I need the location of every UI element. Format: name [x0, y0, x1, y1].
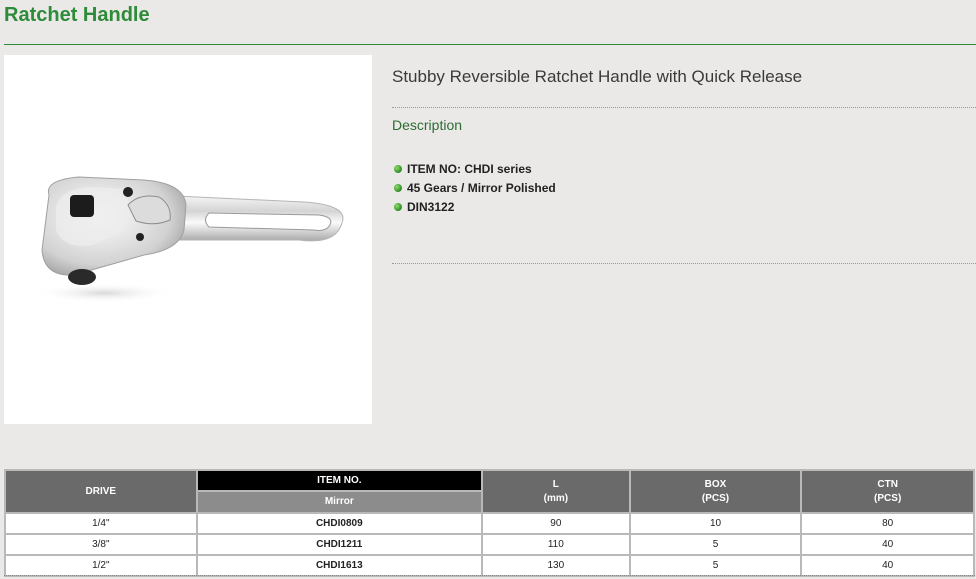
cell-drive: 1/2" — [4, 554, 198, 577]
table-bottom-divider — [4, 575, 975, 576]
title-divider — [4, 44, 976, 45]
table-row: 1/4" CHDI0809 90 10 80 — [4, 512, 975, 535]
table-row: 3/8" CHDI1211 110 5 40 — [4, 533, 975, 556]
cell-item: CHDI1613 — [195, 554, 484, 577]
cell-drive: 3/8" — [4, 533, 198, 556]
header-drive: DRIVE — [4, 469, 198, 514]
cell-drive: 1/4" — [4, 512, 198, 535]
header-ctn: CTN (PCS) — [800, 469, 975, 514]
cell-length: 130 — [481, 554, 631, 577]
cell-box: 10 — [628, 512, 803, 535]
header-length-label: L — [552, 479, 559, 490]
header-item-no: ITEM NO. — [195, 469, 484, 492]
cell-box: 5 — [628, 533, 803, 556]
feature-text: 45 Gears / Mirror Polished — [407, 180, 556, 195]
header-length-unit: (mm) — [543, 492, 569, 504]
cell-length: 90 — [481, 512, 631, 535]
header-ctn-unit: (PCS) — [874, 492, 902, 504]
cell-item: CHDI0809 — [195, 512, 484, 535]
feature-text: DIN3122 — [407, 199, 455, 214]
product-image — [4, 55, 372, 424]
cell-ctn: 80 — [800, 512, 975, 535]
bullet-icon — [394, 164, 402, 173]
ratchet-handle-image — [34, 176, 344, 303]
feature-list: ITEM NO: CHDI series 45 Gears / Mirror P… — [392, 159, 556, 216]
header-box-label: BOX — [704, 479, 727, 490]
spec-table: DRIVE ITEM NO. L (mm) BOX (PCS) CTN (PCS… — [4, 469, 975, 577]
feature-text: ITEM NO: CHDI series — [407, 161, 532, 176]
header-item-finish: Mirror — [195, 490, 484, 514]
cell-item: CHDI1211 — [195, 533, 484, 556]
feature-item: DIN3122 — [392, 197, 556, 216]
page-title: Ratchet Handle — [4, 4, 150, 26]
cell-length: 110 — [481, 533, 631, 556]
header-ctn-label: CTN — [877, 479, 898, 490]
description-heading: Description — [392, 117, 463, 133]
cell-box: 5 — [628, 554, 803, 577]
description-divider — [392, 263, 976, 264]
bullet-icon — [394, 183, 402, 192]
table-row: 1/2" CHDI1613 130 5 40 — [4, 554, 975, 577]
header-box-unit: (PCS) — [701, 492, 730, 504]
header-box: BOX (PCS) — [628, 469, 803, 514]
bullet-icon — [394, 202, 402, 211]
feature-item: 45 Gears / Mirror Polished — [392, 178, 556, 197]
cell-ctn: 40 — [800, 533, 975, 556]
product-name: Stubby Reversible Ratchet Handle with Qu… — [392, 67, 803, 86]
feature-item: ITEM NO: CHDI series — [392, 159, 556, 178]
name-divider — [392, 107, 976, 108]
cell-ctn: 40 — [800, 554, 975, 577]
header-length: L (mm) — [481, 469, 631, 514]
